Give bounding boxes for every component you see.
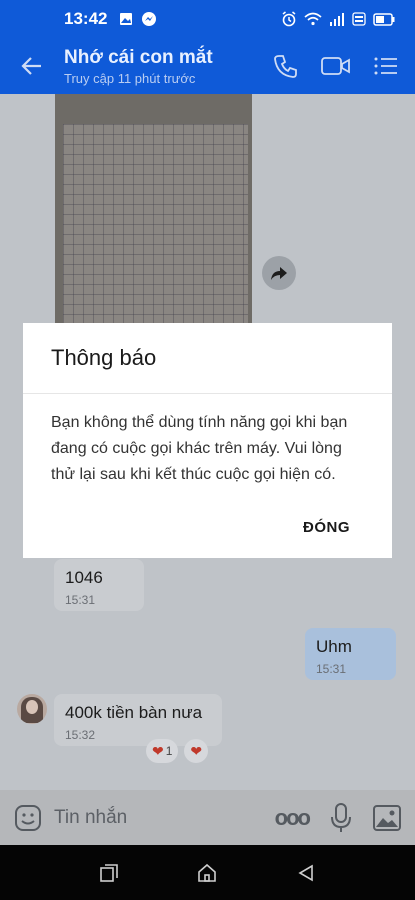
microphone-icon[interactable]: [331, 802, 351, 833]
back-button[interactable]: [0, 38, 64, 94]
navigation-bar: [0, 845, 415, 900]
reactions: ❤ 1 ❤: [146, 739, 209, 763]
back-nav-icon[interactable]: [297, 864, 315, 882]
contact-info[interactable]: Nhớ cái con mắt Truy cập 11 phút trước: [64, 47, 273, 86]
reaction-count: 1: [165, 744, 173, 758]
photo-message[interactable]: [55, 94, 252, 334]
contact-name: Nhớ cái con mắt: [64, 46, 213, 68]
menu-list-icon[interactable]: [373, 55, 399, 77]
home-icon[interactable]: [197, 863, 217, 883]
chat-header: Nhớ cái con mắt Truy cập 11 phút trước: [0, 38, 415, 94]
status-time: 13:42: [64, 9, 108, 28]
avatar[interactable]: [17, 694, 47, 724]
battery-icon: [373, 12, 395, 26]
message-input-bar: Tin nhắn ooo: [0, 790, 415, 845]
reaction-add[interactable]: ❤: [184, 739, 209, 763]
close-button[interactable]: ĐÓNG: [303, 519, 350, 536]
dialog-title: Thông báo: [51, 345, 157, 370]
more-options-icon[interactable]: ooo: [275, 805, 311, 831]
message-input[interactable]: Tin nhắn: [54, 807, 275, 829]
message-text: 400k tiền bàn nưa: [65, 703, 203, 722]
message-time: 15:31: [316, 662, 347, 676]
emoji-icon[interactable]: [14, 804, 42, 832]
messenger-notification-icon: [142, 12, 157, 26]
recent-apps-icon[interactable]: [100, 863, 118, 882]
wifi-icon: [304, 12, 322, 26]
share-arrow-icon: [271, 267, 287, 280]
message-bubble[interactable]: Uhm 15:31: [305, 628, 396, 680]
message-time: 15:31: [65, 593, 96, 607]
message-bubble[interactable]: 1046 15:31: [54, 559, 144, 611]
heart-icon: ❤: [190, 742, 203, 759]
image-icon[interactable]: [373, 804, 401, 831]
phone-call-icon[interactable]: [273, 53, 299, 79]
last-seen: Truy cập 11 phút trước: [64, 70, 196, 86]
gallery-notification-icon: [120, 13, 133, 25]
message-text: Uhm: [316, 637, 352, 656]
alert-dialog: Thông báo Bạn không thể dùng tính năng g…: [23, 323, 392, 558]
alarm-icon: [282, 11, 296, 27]
reaction-heart[interactable]: ❤ 1: [146, 739, 179, 763]
notebook-photo: [63, 124, 248, 324]
heart-icon: ❤: [152, 742, 164, 759]
status-bar: 13:42: [0, 0, 415, 38]
message-text: 1046: [65, 568, 103, 587]
share-button[interactable]: [262, 256, 296, 290]
back-arrow-icon: [21, 57, 41, 75]
dialog-message: Bạn không thể dùng tính năng gọi khi bạn…: [51, 414, 348, 483]
video-call-icon[interactable]: [321, 55, 351, 77]
volte-icon: [352, 12, 366, 26]
signal-icon: [330, 13, 344, 26]
